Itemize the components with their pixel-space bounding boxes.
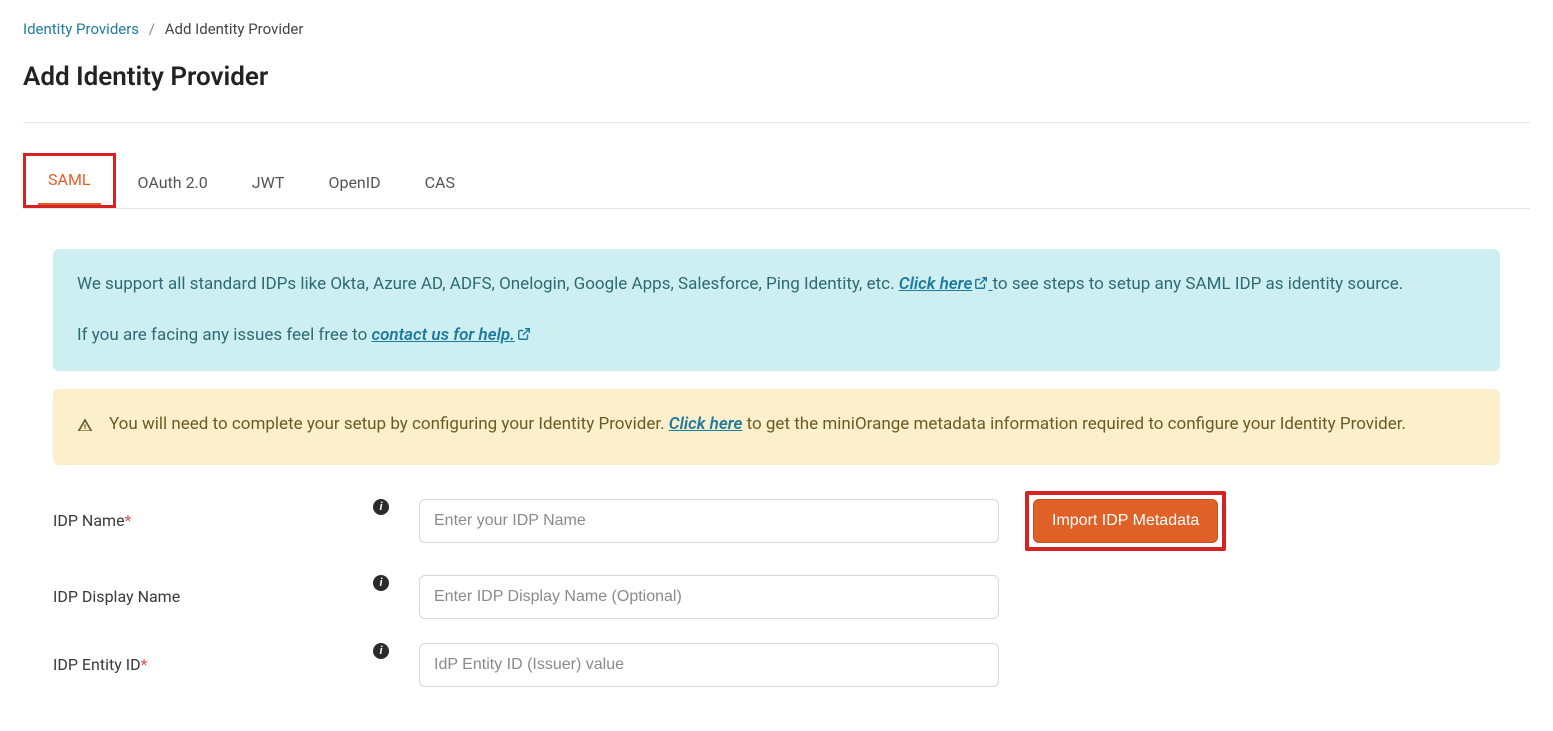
row-idp-name: IDP Name* i Import IDP Metadata: [53, 491, 1500, 551]
breadcrumb-separator: /: [149, 20, 155, 38]
warning-icon: [77, 415, 93, 442]
idp-name-input[interactable]: [419, 499, 999, 543]
breadcrumb-current: Add Identity Provider: [165, 20, 304, 38]
warning-banner: You will need to complete your setup by …: [53, 389, 1500, 464]
row-idp-entity-id: IDP Entity ID* i: [53, 643, 1500, 687]
idp-form: IDP Name* i Import IDP Metadata IDP Disp…: [53, 491, 1500, 687]
row-idp-display-name: IDP Display Name i: [53, 575, 1500, 619]
tab-saml[interactable]: SAML: [23, 153, 116, 208]
external-link-icon: [517, 327, 531, 341]
divider: [23, 122, 1530, 123]
info-link-label: Click here: [899, 274, 973, 294]
import-button-highlight: Import IDP Metadata: [1025, 491, 1226, 551]
info-icon[interactable]: i: [373, 575, 389, 591]
breadcrumb-root-link[interactable]: Identity Providers: [23, 20, 139, 38]
required-asterisk: *: [125, 511, 132, 530]
warn-text-1: You will need to complete your setup by …: [109, 414, 669, 434]
tab-cas[interactable]: CAS: [403, 159, 477, 208]
info-link-contact-label: contact us for help.: [372, 325, 515, 345]
info-icon[interactable]: i: [373, 643, 389, 659]
warn-text-2: to get the miniOrange metadata informati…: [747, 414, 1406, 434]
info-icon[interactable]: i: [373, 499, 389, 515]
tab-openid[interactable]: OpenID: [306, 159, 402, 208]
import-idp-metadata-button[interactable]: Import IDP Metadata: [1033, 499, 1218, 543]
content-area: We support all standard IDPs like Okta, …: [23, 249, 1530, 687]
label-text: IDP Name: [53, 511, 125, 530]
idp-entity-id-input[interactable]: [419, 643, 999, 687]
info-text-1: We support all standard IDPs like Okta, …: [77, 274, 899, 294]
label-text: IDP Entity ID: [53, 655, 141, 674]
label-idp-name: IDP Name*: [53, 511, 373, 530]
external-link-icon: [974, 276, 988, 290]
label-idp-display-name: IDP Display Name: [53, 587, 373, 606]
breadcrumb: Identity Providers / Add Identity Provid…: [23, 20, 1530, 38]
info-link-contact[interactable]: contact us for help.: [372, 325, 531, 345]
label-idp-entity-id: IDP Entity ID*: [53, 655, 373, 674]
tab-oauth[interactable]: OAuth 2.0: [116, 159, 230, 208]
warn-link-metadata[interactable]: Click here: [669, 414, 743, 434]
info-banner: We support all standard IDPs like Okta, …: [53, 249, 1500, 371]
page-title: Add Identity Provider: [23, 62, 1530, 92]
tabs: SAML OAuth 2.0 JWT OpenID CAS: [23, 153, 1530, 209]
idp-display-name-input[interactable]: [419, 575, 999, 619]
tab-jwt[interactable]: JWT: [230, 159, 307, 208]
info-text-3: If you are facing any issues feel free t…: [77, 325, 372, 345]
label-text: IDP Display Name: [53, 587, 180, 606]
info-link-setup-steps[interactable]: Click here: [899, 274, 993, 294]
required-asterisk: *: [141, 655, 148, 674]
info-text-2: to see steps to setup any SAML IDP as id…: [993, 274, 1404, 294]
